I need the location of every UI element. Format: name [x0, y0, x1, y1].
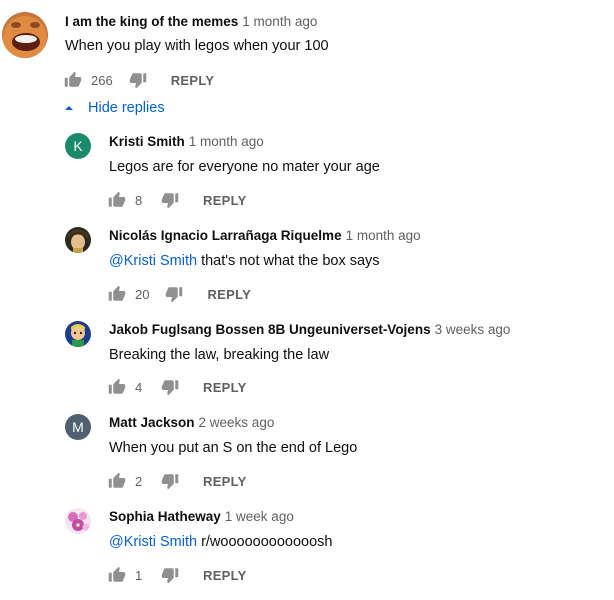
comment-actions: 20 REPLY: [108, 285, 251, 303]
thumbs-down-icon[interactable]: [165, 285, 183, 303]
thumbs-up-icon[interactable]: [64, 71, 82, 89]
comment-body: Breaking the law, breaking the law: [109, 347, 330, 363]
comment-text: Breaking the law, breaking the law: [109, 347, 329, 363]
thumbs-up-icon[interactable]: [108, 191, 126, 209]
cartoon-avatar[interactable]: [65, 321, 91, 347]
comment-actions: 1 REPLY: [108, 566, 247, 584]
mention-link[interactable]: @Kristi Smith: [109, 534, 197, 550]
comment-author[interactable]: Sophia Hatheway: [109, 509, 221, 524]
avatar[interactable]: K: [65, 133, 91, 159]
comment-body: When you put an S on the end of Lego: [109, 440, 358, 456]
comment-actions: 4 REPLY: [108, 378, 247, 396]
thumbs-up-icon[interactable]: [108, 566, 126, 584]
comment-actions: 266 REPLY: [64, 71, 214, 89]
anime-avatar[interactable]: [65, 227, 91, 253]
hide-replies-label: Hide replies: [88, 100, 165, 116]
comment-time[interactable]: 1 month ago: [242, 14, 317, 29]
comment-time[interactable]: 2 weeks ago: [199, 415, 275, 430]
comment-time[interactable]: 1 month ago: [346, 228, 421, 243]
comment-body: Legos are for everyone no mater your age: [109, 159, 380, 175]
comment-body: that's not what the box says: [201, 253, 380, 269]
comment-author[interactable]: Kristi Smith: [109, 134, 185, 149]
thumbs-down-icon[interactable]: [129, 71, 147, 89]
thumbs-down-icon[interactable]: [161, 191, 179, 209]
comment-author[interactable]: Jakob Fuglsang Bossen 8B Ungeuniverset-V…: [109, 322, 431, 337]
comment-author[interactable]: I am the king of the memes: [65, 14, 238, 29]
chevron-up-icon: [62, 101, 76, 115]
comment-body: When you play with legos when your 100: [65, 38, 329, 54]
comment-text: When you put an S on the end of Lego: [109, 440, 357, 456]
comment-text: @Kristi Smith r/woooooooooooosh: [109, 534, 333, 550]
thumbs-up-icon[interactable]: [108, 472, 126, 490]
thumbs-down-icon[interactable]: [161, 566, 179, 584]
comment-time[interactable]: 3 weeks ago: [435, 322, 511, 337]
comment-author[interactable]: Matt Jackson: [109, 415, 195, 430]
hide-replies-button[interactable]: Hide replies: [62, 100, 165, 116]
like-count: 1: [135, 567, 143, 583]
reply-button[interactable]: REPLY: [207, 287, 251, 302]
reply-button[interactable]: REPLY: [203, 193, 247, 208]
comment-text: When you play with legos when your 100: [65, 38, 329, 54]
comment-author[interactable]: Nicolás Ignacio Larrañaga Riquelme: [109, 228, 342, 243]
thumbs-up-icon[interactable]: [108, 285, 126, 303]
flowers-avatar[interactable]: [65, 508, 91, 534]
avatar-letter: K: [73, 138, 83, 154]
like-count: 20: [135, 286, 150, 302]
reply-button[interactable]: REPLY: [171, 73, 215, 88]
avatar[interactable]: M: [65, 414, 91, 440]
thumbs-down-icon[interactable]: [161, 378, 179, 396]
thumbs-down-icon[interactable]: [161, 472, 179, 490]
like-count: 4: [135, 379, 143, 395]
comment-actions: 2 REPLY: [108, 472, 247, 490]
comment-text: Legos are for everyone no mater your age: [109, 159, 380, 175]
mention-link[interactable]: @Kristi Smith: [109, 253, 197, 269]
comment-body: r/woooooooooooosh: [201, 534, 333, 550]
comment-time[interactable]: 1 month ago: [189, 134, 264, 149]
like-count: 266: [91, 72, 113, 88]
reply-button[interactable]: REPLY: [203, 568, 247, 583]
reply-button[interactable]: REPLY: [203, 474, 247, 489]
comment-actions: 8 REPLY: [108, 191, 247, 209]
comment-text: @Kristi Smith that's not what the box sa…: [109, 253, 380, 269]
like-count: 2: [135, 473, 143, 489]
meme-face-avatar[interactable]: [2, 12, 48, 58]
thumbs-up-icon[interactable]: [108, 378, 126, 396]
comment-time[interactable]: 1 week ago: [225, 509, 294, 524]
avatar-letter: M: [72, 419, 84, 435]
reply-button[interactable]: REPLY: [203, 380, 247, 395]
like-count: 8: [135, 192, 143, 208]
